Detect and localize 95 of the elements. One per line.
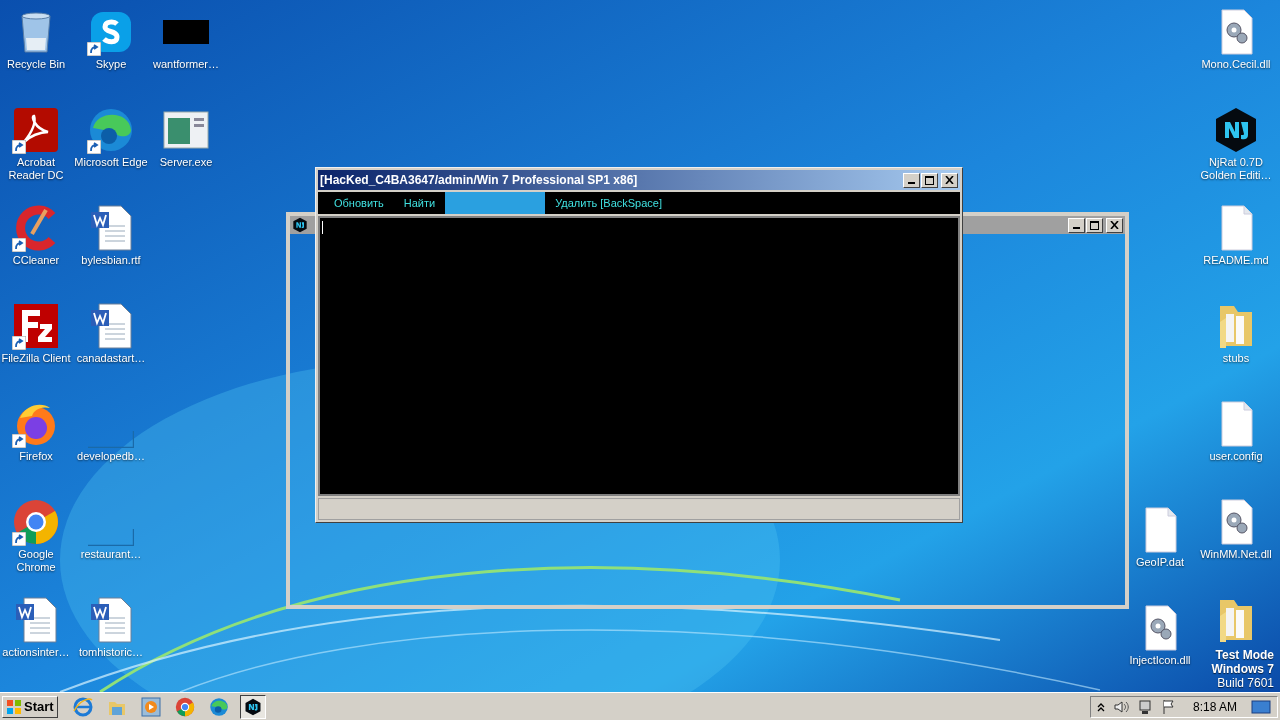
- media-player-icon: [140, 696, 161, 717]
- desktop-icon[interactable]: Google Chrome: [0, 498, 74, 574]
- shortcut-arrow-icon: [87, 140, 101, 154]
- desktop-icon[interactable]: NjRat 0.7D Golden Editi…: [1198, 106, 1274, 182]
- icon-label: Mono.Cecil.dll: [1201, 58, 1271, 71]
- toolbar-button[interactable]: Найти: [393, 192, 446, 214]
- icon-label: CCleaner: [12, 254, 60, 267]
- nj-logo-icon: [243, 697, 262, 716]
- minimize-button[interactable]: [903, 172, 920, 188]
- desktop-icon[interactable]: CCleaner: [12, 204, 60, 267]
- toolbar-button[interactable]: Обновить: [324, 192, 394, 214]
- icon-label: Firefox: [19, 450, 53, 463]
- icon-label: FileZilla Client: [1, 352, 71, 365]
- edge-icon: [208, 696, 229, 717]
- icon-label: Microsoft Edge: [74, 156, 148, 169]
- desktop-icon[interactable]: actionsinter…: [2, 596, 70, 659]
- desktop-icon[interactable]: WinMM.Net.dll: [1200, 498, 1272, 561]
- icon-label: WinMM.Net.dll: [1200, 548, 1272, 561]
- desktop-icon[interactable]: Skype: [87, 8, 135, 71]
- chrome-icon: [174, 696, 195, 717]
- minimize-button[interactable]: [1068, 217, 1085, 233]
- shortcut-arrow-icon: [12, 532, 26, 546]
- desktop-icon[interactable]: Server.exe: [159, 106, 213, 169]
- desktop-icon[interactable]: README.md: [1203, 204, 1269, 267]
- maximize-button[interactable]: [1086, 217, 1103, 233]
- start-button[interactable]: Start: [2, 695, 58, 718]
- desktop-icon[interactable]: developedb…: [77, 400, 145, 463]
- desktop-icon[interactable]: InjectIcon.dll: [1129, 604, 1191, 667]
- close-button[interactable]: [1106, 217, 1123, 233]
- windows-logo-icon: [6, 698, 22, 715]
- shortcut-arrow-icon: [12, 140, 26, 154]
- window-title: [HacKed_C4BA3647/admin/Win 7 Professional SP1 x86]: [320, 172, 638, 189]
- network-icon[interactable]: [1136, 698, 1153, 715]
- icon-label: Acrobat Reader DC: [7, 156, 65, 182]
- desktop-icon[interactable]: Recycle Bin: [6, 8, 66, 71]
- icon-label: GeoIP.dat: [1135, 556, 1185, 569]
- icon-label: bylesbian.rtf: [81, 254, 141, 267]
- icon-label: actionsinter…: [2, 646, 70, 659]
- flag-icon[interactable]: [1160, 698, 1177, 715]
- chrome-icon: [12, 498, 60, 546]
- shortcut-arrow-icon: [12, 238, 26, 252]
- maximize-button[interactable]: [921, 172, 938, 188]
- icon-label: NjRat 0.7D Golden Editi…: [1199, 156, 1273, 182]
- toolbar-button[interactable]: Удалить [BackSpace]: [545, 192, 672, 214]
- test-mode-text: Build 7601: [1217, 676, 1274, 690]
- desktop-icon[interactable]: canadastart…: [76, 302, 146, 365]
- desktop-icon[interactable]: tomhistoric…: [78, 596, 144, 659]
- maximize-icon: [925, 175, 934, 185]
- desktop-icon[interactable]: Acrobat Reader DC: [0, 106, 74, 182]
- search-field[interactable]: [445, 192, 546, 214]
- desktop-icon[interactable]: stubs: [1212, 302, 1260, 365]
- icon-label: Google Chrome: [15, 548, 57, 574]
- icon-label: Recycle Bin: [6, 58, 66, 71]
- chevron-up-icon[interactable]: [1096, 701, 1105, 712]
- internet-explorer-icon: [72, 696, 93, 717]
- desktop-icon[interactable]: bylesbian.rtf: [81, 204, 141, 267]
- desktop-icon[interactable]: Microsoft Edge: [74, 106, 148, 169]
- taskbar-app-button[interactable]: [239, 694, 266, 719]
- console-area[interactable]: [318, 216, 960, 496]
- desktop-icon[interactable]: wantformer…: [153, 8, 219, 71]
- icon-label: canadastart…: [76, 352, 146, 365]
- close-button[interactable]: [941, 172, 958, 188]
- icon-label: user.config: [1209, 450, 1263, 463]
- icon-label: InjectIcon.dll: [1129, 654, 1191, 667]
- speaker-icon[interactable]: [1112, 699, 1129, 714]
- close-icon: [1110, 221, 1119, 229]
- test-mode-text: Test Mode: [1215, 648, 1274, 662]
- icon-label: restaurant…: [80, 548, 142, 561]
- desktop-icon[interactable]: Firefox: [12, 400, 60, 463]
- icon-label: wantformer…: [153, 58, 219, 71]
- icon-label: Skype: [95, 58, 127, 71]
- icon-label: stubs: [1222, 352, 1250, 365]
- nj-logo-icon: [292, 217, 308, 233]
- edge-icon: [87, 106, 135, 154]
- desktop-icon[interactable]: restaurant…: [80, 498, 142, 561]
- test-mode-text: Windows 7: [1211, 662, 1274, 676]
- clock[interactable]: 8:18 AM: [1192, 697, 1237, 716]
- maximize-icon: [1090, 220, 1099, 230]
- icon-label: README.md: [1203, 254, 1269, 267]
- shortcut-arrow-icon: [12, 434, 26, 448]
- icon-label: developedb…: [77, 450, 145, 463]
- shortcut-arrow-icon: [87, 42, 101, 56]
- file-icon: [163, 20, 209, 44]
- file-outline-icon: [88, 528, 134, 546]
- show-desktop-icon[interactable]: [1251, 698, 1271, 715]
- file-outline-icon: [88, 430, 134, 448]
- desktop-icon[interactable]: FileZilla Client: [1, 302, 71, 365]
- text-cursor: [322, 221, 323, 234]
- desktop-icon[interactable]: user.config: [1209, 400, 1263, 463]
- desktop-icon[interactable]: Mono.Cecil.dll: [1201, 8, 1271, 71]
- desktop-icon[interactable]: GeoIP.dat: [1135, 506, 1185, 569]
- icon-label: tomhistoric…: [78, 646, 144, 659]
- pdf-icon: [12, 106, 60, 154]
- icon-label: Server.exe: [159, 156, 213, 169]
- close-icon: [945, 176, 954, 184]
